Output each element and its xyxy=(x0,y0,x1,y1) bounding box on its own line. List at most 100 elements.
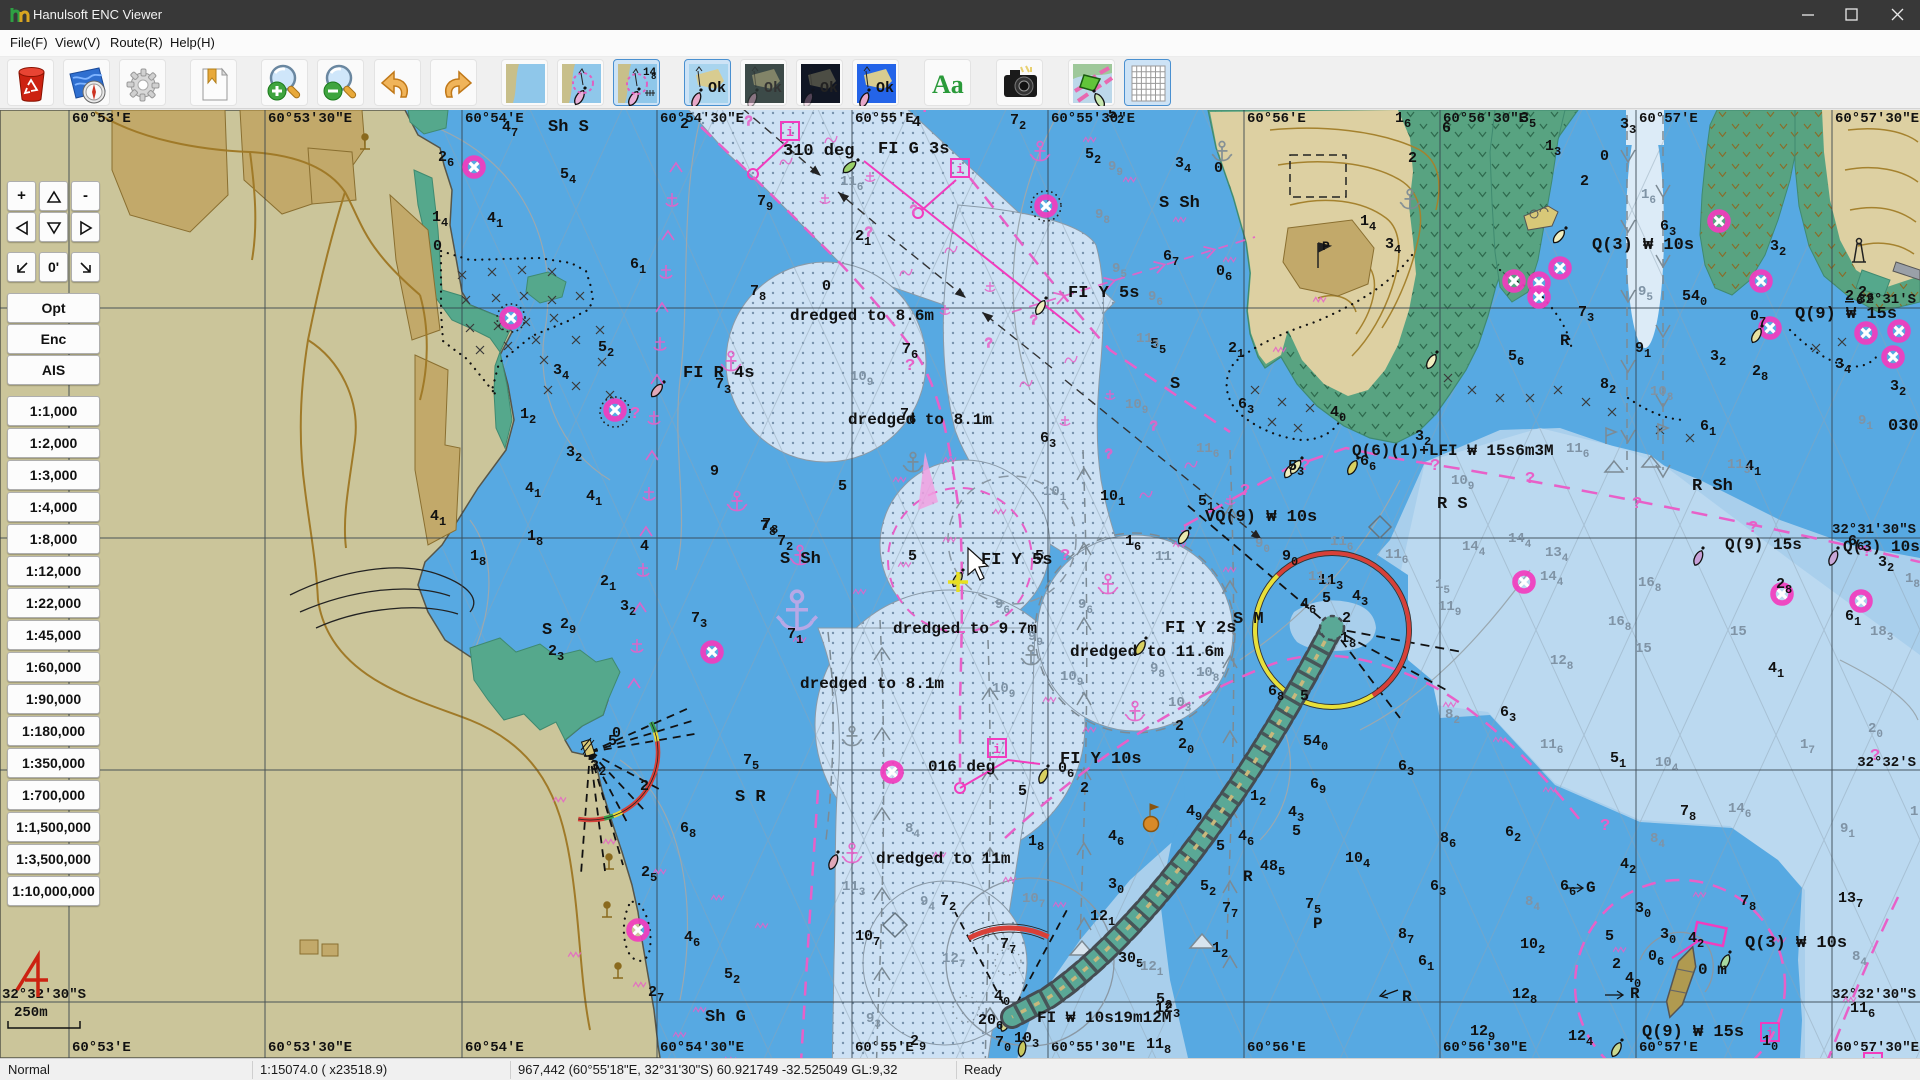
svg-text:2: 2 xyxy=(548,643,557,660)
svg-text:6: 6 xyxy=(1086,605,1093,617)
svg-text:16: 16 xyxy=(1638,575,1655,591)
svg-text:4: 4 xyxy=(1525,539,1532,551)
svg-text:9: 9 xyxy=(1858,413,1866,429)
svg-text:9: 9 xyxy=(995,597,1003,613)
svg-text:1: 1 xyxy=(1427,960,1434,974)
svg-text:2: 2 xyxy=(1175,718,1184,735)
svg-text:2: 2 xyxy=(1845,288,1854,305)
svg-text:0: 0 xyxy=(1004,1041,1011,1055)
svg-text:5: 5 xyxy=(1646,292,1653,304)
svg-text:1: 1 xyxy=(1340,630,1349,647)
svg-text:5: 5 xyxy=(1443,585,1450,597)
svg-text:5: 5 xyxy=(1322,590,1331,607)
svg-text:i: i xyxy=(993,742,1001,757)
svg-text:3: 3 xyxy=(1032,1037,1039,1051)
svg-text:6: 6 xyxy=(1156,297,1163,309)
svg-text:2: 2 xyxy=(1165,998,1172,1012)
svg-text:1: 1 xyxy=(1644,347,1651,361)
svg-text:5: 5 xyxy=(752,759,759,773)
svg-text:1: 1 xyxy=(1910,804,1918,820)
svg-text:7: 7 xyxy=(1039,899,1046,911)
svg-text:7: 7 xyxy=(1407,933,1414,947)
svg-text:6: 6 xyxy=(1134,540,1141,554)
svg-text:9: 9 xyxy=(1078,597,1086,613)
svg-text:3: 3 xyxy=(1049,437,1056,451)
svg-text:14: 14 xyxy=(1728,801,1745,817)
svg-text:2: 2 xyxy=(1899,385,1906,399)
svg-text:9: 9 xyxy=(1036,637,1043,649)
svg-text:Q(9) 15s: Q(9) 15s xyxy=(1725,536,1802,554)
svg-text:60°57'E: 60°57'E xyxy=(1639,1040,1698,1056)
svg-text:1: 1 xyxy=(432,209,441,226)
svg-text:3: 3 xyxy=(1509,711,1516,725)
svg-text:8: 8 xyxy=(1398,926,1407,943)
svg-text:8: 8 xyxy=(1625,622,1632,634)
svg-text:Ok: Ok xyxy=(876,80,894,97)
svg-text:9: 9 xyxy=(1468,481,1475,493)
svg-text:6: 6 xyxy=(1402,555,1409,567)
svg-text:FI G 3s: FI G 3s xyxy=(878,140,949,159)
svg-text:11: 11 xyxy=(1146,1036,1164,1053)
svg-text:54: 54 xyxy=(1303,733,1321,750)
svg-text:3: 3 xyxy=(1336,579,1343,593)
svg-text:0: 0 xyxy=(1876,729,1883,741)
svg-text:1: 1 xyxy=(1762,1033,1771,1050)
svg-text:4: 4 xyxy=(994,988,1003,1005)
svg-text:9: 9 xyxy=(1077,677,1084,689)
svg-text:8: 8 xyxy=(759,290,766,304)
svg-text:3: 3 xyxy=(1878,554,1887,571)
svg-text:8: 8 xyxy=(1445,707,1453,723)
svg-text:9: 9 xyxy=(920,894,928,910)
svg-text:3: 3 xyxy=(1297,465,1304,479)
svg-text:5: 5 xyxy=(650,871,657,885)
svg-text:10: 10 xyxy=(1168,695,1185,711)
svg-text:7: 7 xyxy=(1759,315,1766,329)
svg-text:?: ? xyxy=(1870,747,1880,766)
svg-text:i: i xyxy=(786,125,794,140)
svg-text:0: 0 xyxy=(1600,148,1609,165)
svg-text:?: ? xyxy=(1060,547,1070,566)
svg-text:12: 12 xyxy=(1550,653,1567,669)
svg-text:5: 5 xyxy=(1278,865,1285,879)
svg-text:R: R xyxy=(1243,868,1253,886)
svg-text:1: 1 xyxy=(534,487,541,501)
svg-text:9: 9 xyxy=(866,1011,874,1027)
svg-text:P: P xyxy=(1313,915,1323,933)
svg-text:2: 2 xyxy=(1342,610,1351,627)
svg-text:8: 8 xyxy=(689,827,696,841)
svg-text:0: 0 xyxy=(1750,308,1759,325)
svg-text:5: 5 xyxy=(1200,878,1209,895)
svg-text:4: 4 xyxy=(1369,220,1376,234)
svg-text:10: 10 xyxy=(1014,1030,1032,1047)
svg-text:11: 11 xyxy=(1385,547,1402,563)
svg-text:4: 4 xyxy=(487,210,496,227)
svg-text:8: 8 xyxy=(1277,690,1284,704)
svg-text:5: 5 xyxy=(1108,110,1117,123)
svg-text:dredged to 11.6m: dredged to 11.6m xyxy=(1070,643,1224,661)
svg-text:60°54'30"E: 60°54'30"E xyxy=(660,1040,744,1056)
svg-text:11: 11 xyxy=(1196,441,1213,457)
svg-text:60°56'E: 60°56'E xyxy=(1247,1040,1306,1056)
svg-text:9: 9 xyxy=(1319,783,1326,797)
svg-text:60°55'E: 60°55'E xyxy=(855,1040,914,1056)
svg-text:?: ? xyxy=(1105,446,1112,461)
svg-text:5: 5 xyxy=(560,166,569,183)
svg-text:4: 4 xyxy=(1658,839,1665,851)
svg-text:1: 1 xyxy=(1060,492,1067,504)
svg-text:10: 10 xyxy=(1655,755,1672,771)
svg-text:2: 2 xyxy=(1117,113,1124,127)
svg-text:Sh S: Sh S xyxy=(548,118,589,137)
svg-text:0: 0 xyxy=(1771,1040,1778,1054)
svg-text:7: 7 xyxy=(777,533,786,550)
svg-text:1: 1 xyxy=(1118,495,1125,509)
svg-text:4: 4 xyxy=(1688,930,1697,947)
svg-text:?: ? xyxy=(1150,418,1157,433)
svg-text:6: 6 xyxy=(1310,776,1319,793)
svg-text:8: 8 xyxy=(1785,583,1792,597)
svg-text:6: 6 xyxy=(1238,396,1247,413)
svg-text:Q(3) ₩ 10s: Q(3) ₩ 10s xyxy=(1592,236,1694,255)
svg-text:1: 1 xyxy=(1709,425,1716,439)
svg-text:4: 4 xyxy=(1557,577,1564,589)
svg-text:4: 4 xyxy=(912,114,921,131)
svg-text:2: 2 xyxy=(640,778,649,795)
